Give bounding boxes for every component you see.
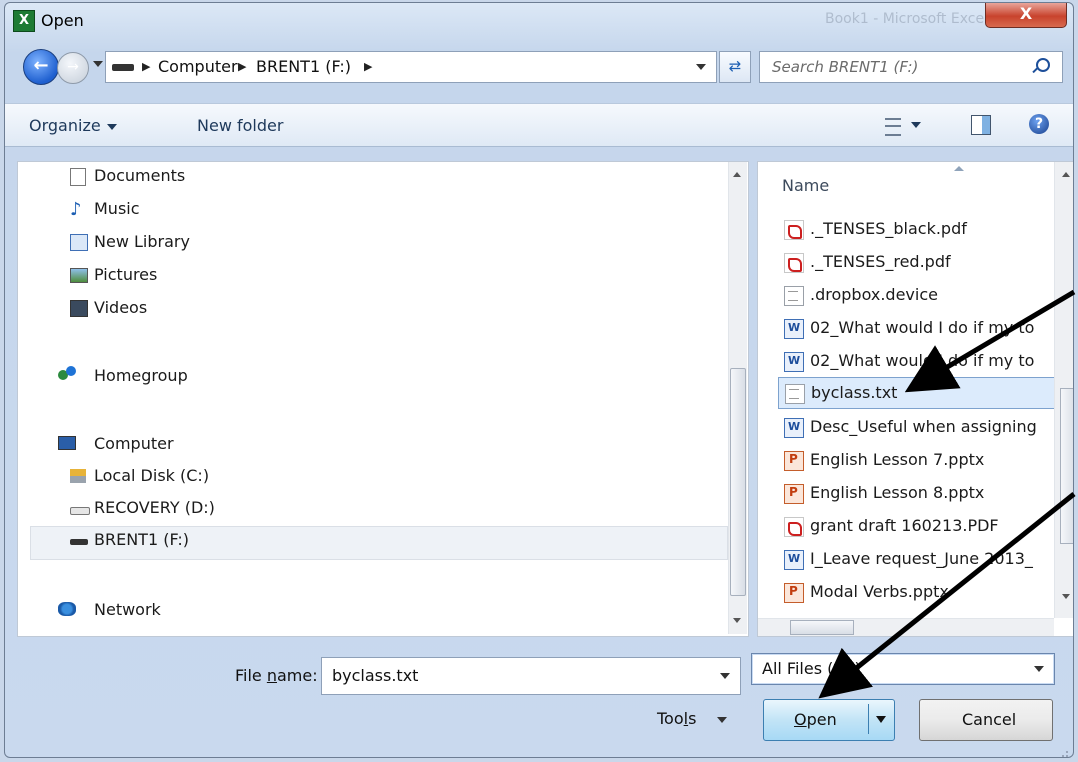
annotation-arrows xyxy=(818,289,1076,699)
arrow-to-open-button xyxy=(818,492,1076,699)
arrow-to-file xyxy=(904,289,1076,393)
